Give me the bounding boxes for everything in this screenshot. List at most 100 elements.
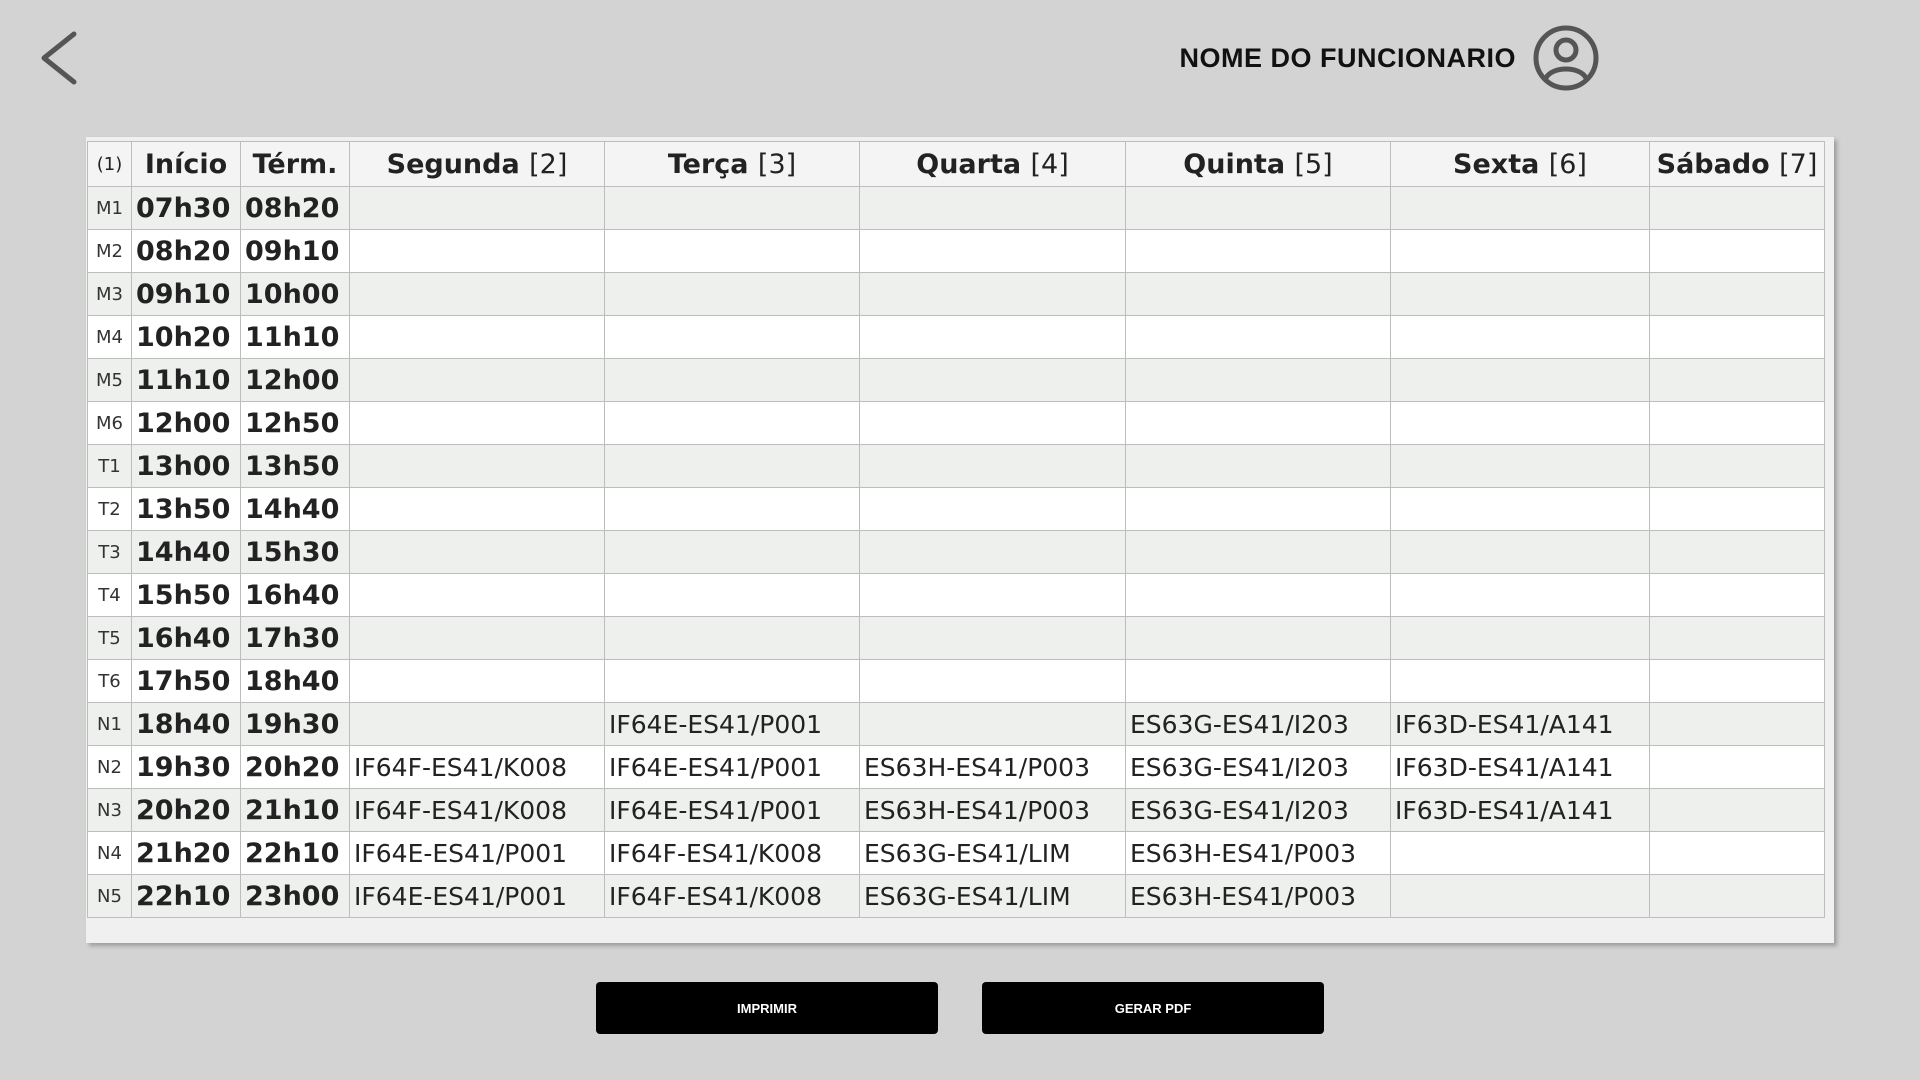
class-cell[interactable] (1390, 659, 1650, 703)
class-cell[interactable] (1649, 487, 1825, 531)
class-cell[interactable]: ES63G-ES41/LIM (859, 874, 1126, 918)
class-cell[interactable] (1649, 874, 1825, 918)
class-cell[interactable] (1125, 444, 1391, 488)
class-cell[interactable]: IF64E-ES41/P001 (604, 702, 860, 746)
user-circle-icon[interactable] (1532, 24, 1600, 92)
class-cell[interactable] (859, 573, 1126, 617)
class-cell[interactable] (1390, 315, 1650, 359)
class-cell[interactable] (1649, 702, 1825, 746)
class-cell[interactable] (1390, 573, 1650, 617)
class-cell[interactable] (859, 229, 1126, 273)
class-cell[interactable] (604, 186, 860, 230)
class-cell[interactable] (604, 487, 860, 531)
class-cell[interactable] (349, 530, 605, 574)
class-cell[interactable] (1125, 530, 1391, 574)
class-cell[interactable] (1125, 401, 1391, 445)
class-cell[interactable] (1649, 229, 1825, 273)
class-cell[interactable]: IF64F-ES41/K008 (349, 788, 605, 832)
class-cell[interactable]: ES63H-ES41/P003 (1125, 874, 1391, 918)
class-cell[interactable] (1649, 616, 1825, 660)
class-cell[interactable]: IF64F-ES41/K008 (604, 874, 860, 918)
class-cell[interactable]: ES63G-ES41/I203 (1125, 745, 1391, 789)
class-cell[interactable] (859, 702, 1126, 746)
class-cell[interactable] (859, 616, 1126, 660)
class-cell[interactable] (349, 616, 605, 660)
class-cell[interactable]: IF64E-ES41/P001 (349, 874, 605, 918)
class-cell[interactable] (1125, 186, 1391, 230)
class-cell[interactable] (349, 702, 605, 746)
class-cell[interactable] (1390, 530, 1650, 574)
class-cell[interactable] (1649, 530, 1825, 574)
class-cell[interactable] (1649, 358, 1825, 402)
class-cell[interactable] (349, 358, 605, 402)
class-cell[interactable] (1649, 745, 1825, 789)
class-cell[interactable] (1390, 358, 1650, 402)
class-cell[interactable] (1125, 272, 1391, 316)
class-cell[interactable] (1125, 358, 1391, 402)
class-cell[interactable] (859, 186, 1126, 230)
class-cell[interactable] (859, 444, 1126, 488)
class-cell[interactable] (604, 401, 860, 445)
class-cell[interactable] (1125, 487, 1391, 531)
class-cell[interactable] (859, 358, 1126, 402)
class-cell[interactable]: IF64F-ES41/K008 (604, 831, 860, 875)
class-cell[interactable] (859, 487, 1126, 531)
class-cell[interactable] (349, 229, 605, 273)
class-cell[interactable] (349, 401, 605, 445)
class-cell[interactable] (1390, 831, 1650, 875)
class-cell[interactable] (1390, 229, 1650, 273)
class-cell[interactable] (1125, 229, 1391, 273)
class-cell[interactable] (1390, 874, 1650, 918)
generate-pdf-button[interactable]: GERAR PDF (982, 982, 1324, 1034)
class-cell[interactable]: IF64F-ES41/K008 (349, 745, 605, 789)
class-cell[interactable]: IF63D-ES41/A141 (1390, 745, 1650, 789)
class-cell[interactable] (349, 272, 605, 316)
class-cell[interactable] (1649, 272, 1825, 316)
class-cell[interactable] (1390, 487, 1650, 531)
class-cell[interactable] (1125, 659, 1391, 703)
class-cell[interactable] (604, 315, 860, 359)
class-cell[interactable] (859, 315, 1126, 359)
class-cell[interactable]: IF64E-ES41/P001 (604, 788, 860, 832)
class-cell[interactable] (1125, 616, 1391, 660)
class-cell[interactable] (604, 358, 860, 402)
class-cell[interactable] (1649, 186, 1825, 230)
class-cell[interactable] (1390, 444, 1650, 488)
class-cell[interactable]: ES63H-ES41/P003 (859, 788, 1126, 832)
print-button[interactable]: IMPRIMIR (596, 982, 938, 1034)
class-cell[interactable]: IF63D-ES41/A141 (1390, 702, 1650, 746)
class-cell[interactable] (604, 616, 860, 660)
class-cell[interactable] (349, 186, 605, 230)
class-cell[interactable] (1649, 401, 1825, 445)
class-cell[interactable] (604, 530, 860, 574)
class-cell[interactable] (349, 573, 605, 617)
class-cell[interactable] (859, 401, 1126, 445)
class-cell[interactable] (1649, 444, 1825, 488)
class-cell[interactable]: ES63H-ES41/P003 (1125, 831, 1391, 875)
class-cell[interactable] (1649, 788, 1825, 832)
class-cell[interactable] (1390, 186, 1650, 230)
class-cell[interactable] (859, 272, 1126, 316)
class-cell[interactable] (1649, 659, 1825, 703)
class-cell[interactable]: ES63G-ES41/LIM (859, 831, 1126, 875)
class-cell[interactable] (1390, 401, 1650, 445)
class-cell[interactable] (604, 573, 860, 617)
class-cell[interactable] (604, 659, 860, 703)
class-cell[interactable]: IF63D-ES41/A141 (1390, 788, 1650, 832)
class-cell[interactable]: IF64E-ES41/P001 (604, 745, 860, 789)
class-cell[interactable] (1390, 616, 1650, 660)
class-cell[interactable] (349, 444, 605, 488)
class-cell[interactable] (1390, 272, 1650, 316)
class-cell[interactable] (1125, 573, 1391, 617)
class-cell[interactable] (859, 530, 1126, 574)
class-cell[interactable] (349, 487, 605, 531)
class-cell[interactable] (604, 229, 860, 273)
class-cell[interactable] (859, 659, 1126, 703)
class-cell[interactable] (349, 315, 605, 359)
back-button[interactable] (34, 28, 84, 88)
class-cell[interactable] (604, 444, 860, 488)
class-cell[interactable]: ES63G-ES41/I203 (1125, 702, 1391, 746)
class-cell[interactable] (1649, 573, 1825, 617)
class-cell[interactable] (349, 659, 605, 703)
class-cell[interactable] (1125, 315, 1391, 359)
